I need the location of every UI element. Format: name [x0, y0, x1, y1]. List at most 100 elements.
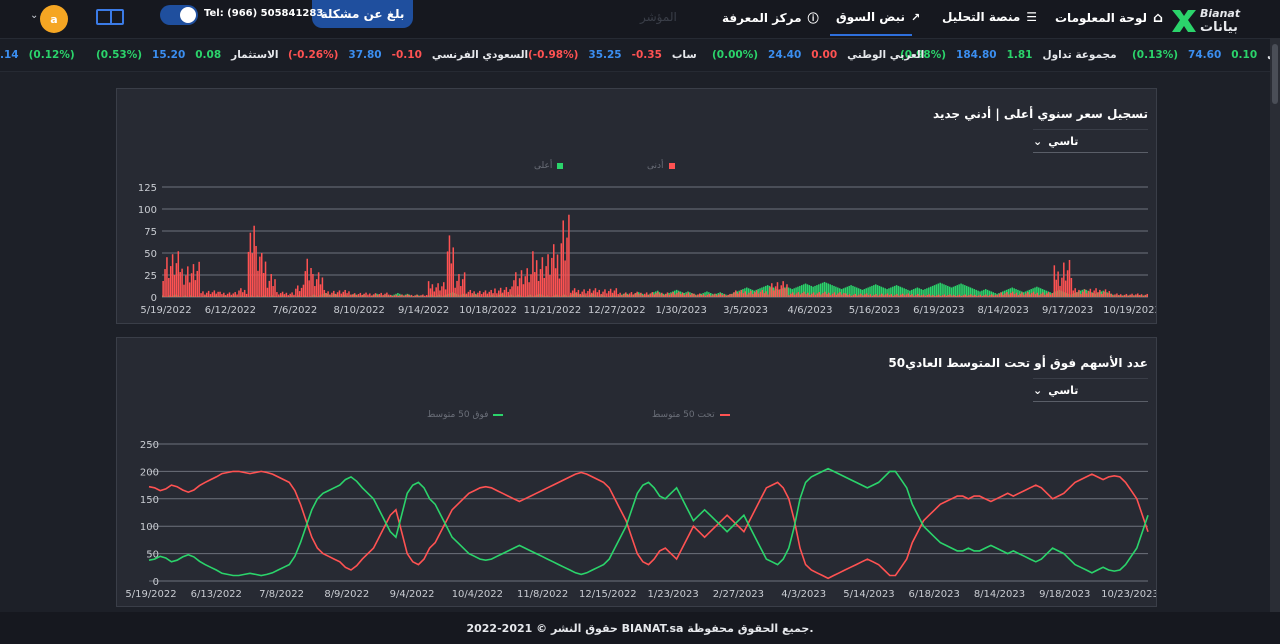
- low-bar: [695, 295, 697, 297]
- low-bar: [1072, 290, 1075, 297]
- low-bar: [501, 292, 504, 297]
- low-bar: [528, 282, 530, 297]
- index-select[interactable]: تاسي ⌄: [1033, 129, 1148, 153]
- low-bar: [746, 294, 748, 297]
- nav-knowledge-label: مركز المعرفة: [722, 11, 802, 25]
- low-bar: [767, 294, 769, 297]
- low-bar: [915, 294, 917, 297]
- legend-above[interactable]: فوق 50 متوسط: [427, 410, 504, 420]
- scrollbar-thumb[interactable]: [1272, 44, 1278, 104]
- low-bar: [666, 292, 669, 297]
- above-below-ma-panel: عدد الأسهم فوق أو تحت المتوسط العادي50 ت…: [116, 337, 1157, 607]
- nav-dashboard[interactable]: ⌂ لوحة المعلومات: [1055, 10, 1163, 26]
- low-bar: [380, 292, 382, 297]
- low-bar: [776, 282, 779, 297]
- low-bar: [924, 295, 927, 297]
- low-bar: [1131, 293, 1133, 297]
- report-problem-button[interactable]: بلغ عن مشكلة: [312, 0, 413, 28]
- ticker-item[interactable]: (-0.98%) 35.25 -0.35 ساب: [528, 49, 707, 61]
- low-bar: [298, 291, 301, 297]
- low-bar: [351, 294, 354, 297]
- low-bar: [784, 288, 786, 297]
- select-value: تاسي: [1048, 134, 1079, 148]
- low-bar: [518, 278, 521, 297]
- low-bar: [169, 266, 172, 297]
- low-bar: [393, 295, 396, 297]
- low-bar: [824, 291, 826, 297]
- low-bar: [920, 295, 923, 297]
- high-bar: [965, 285, 968, 297]
- x-tick-label: 3/5/2023: [723, 305, 768, 316]
- chevron-down-icon[interactable]: ⌄: [30, 10, 38, 21]
- low-bar: [1121, 295, 1124, 297]
- low-bar: [799, 294, 802, 297]
- low-bar: [406, 294, 409, 297]
- low-bar: [903, 295, 906, 297]
- legend-below[interactable]: تحت 50 متوسط: [652, 410, 730, 420]
- y-tick-label: 0: [151, 293, 157, 304]
- ticker-item[interactable]: (-0.26%) 37.80 -0.10 السعودي الفرنسي: [288, 49, 538, 61]
- low-bar: [274, 279, 276, 297]
- ticker-item[interactable]: (0.53%) 15.20 0.08 الاستثمار: [96, 49, 289, 61]
- index-select[interactable]: تاسي ⌄: [1033, 378, 1148, 402]
- low-bar: [630, 292, 633, 297]
- low-bar: [397, 295, 400, 297]
- low-bar: [344, 289, 346, 297]
- low-bar: [852, 294, 855, 297]
- theme-toggle[interactable]: [160, 5, 198, 25]
- low-bar: [439, 290, 441, 297]
- low-bar: [723, 294, 726, 297]
- low-bar: [1108, 291, 1111, 297]
- low-bar: [1127, 295, 1130, 297]
- low-bar: [954, 296, 957, 297]
- low-bar: [558, 278, 561, 297]
- low-bar: [651, 292, 654, 297]
- low-bar: [714, 293, 716, 297]
- low-bar: [1070, 277, 1073, 297]
- bianat-logo[interactable]: Bianat بيانات: [1170, 4, 1250, 34]
- user-avatar[interactable]: a: [40, 5, 68, 33]
- y-tick-label: 0: [153, 577, 159, 588]
- nav-knowledge-center[interactable]: ⓘ مركز المعرفة: [722, 10, 819, 26]
- low-bar: [892, 295, 894, 297]
- low-bar: [1091, 292, 1094, 297]
- x-tick-label: 4/6/2023: [788, 305, 833, 316]
- low-bar: [937, 294, 940, 297]
- ghost-index-label: المؤشر: [640, 10, 677, 24]
- low-bar: [526, 268, 528, 297]
- ticker-item[interactable]: (0.00%) 24.40 0.00 العربي الوطني: [712, 49, 934, 61]
- page-scrollbar[interactable]: [1270, 38, 1280, 612]
- low-bar: [748, 292, 750, 297]
- x-tick-label: 9/18/2023: [1039, 589, 1090, 600]
- chevron-down-icon: ⌄: [1033, 134, 1043, 148]
- low-bar: [1110, 293, 1112, 297]
- low-bar: [1042, 292, 1044, 297]
- language-icon[interactable]: [96, 9, 124, 25]
- low-bar: [372, 294, 375, 297]
- x-tick-label: 8/9/2022: [324, 589, 369, 600]
- x-tick-label: 7/8/2022: [259, 589, 304, 600]
- low-bar: [458, 274, 460, 297]
- low-bar: [712, 294, 714, 297]
- ticker-item[interactable]: .14 (0.12%): [0, 49, 85, 61]
- low-bar: [913, 295, 915, 297]
- low-bar: [306, 258, 309, 297]
- low-bar: [196, 270, 199, 297]
- low-bar: [283, 294, 286, 297]
- low-bar: [990, 294, 993, 297]
- nav-analysis[interactable]: ☰ منصة التحليل: [942, 10, 1037, 24]
- ticker-item[interactable]: (0.13%)74.600.10الراجحي: [1132, 49, 1280, 61]
- low-bar: [570, 292, 572, 297]
- legend-low[interactable]: أدنى: [647, 161, 675, 171]
- high-bar: [933, 285, 936, 297]
- ticker-partial: (0.13%): [1132, 49, 1179, 61]
- nav-market-pulse[interactable]: ↗ نبض السوق: [836, 10, 920, 24]
- low-bar: [589, 288, 591, 297]
- legend-high[interactable]: أعلى: [534, 161, 564, 171]
- low-bar: [287, 295, 290, 297]
- ticker-percent: 24.40: [768, 49, 802, 61]
- low-bar: [226, 293, 229, 297]
- low-bar: [877, 295, 879, 297]
- ticker-price: 0.00: [811, 49, 838, 61]
- low-bar: [983, 295, 985, 297]
